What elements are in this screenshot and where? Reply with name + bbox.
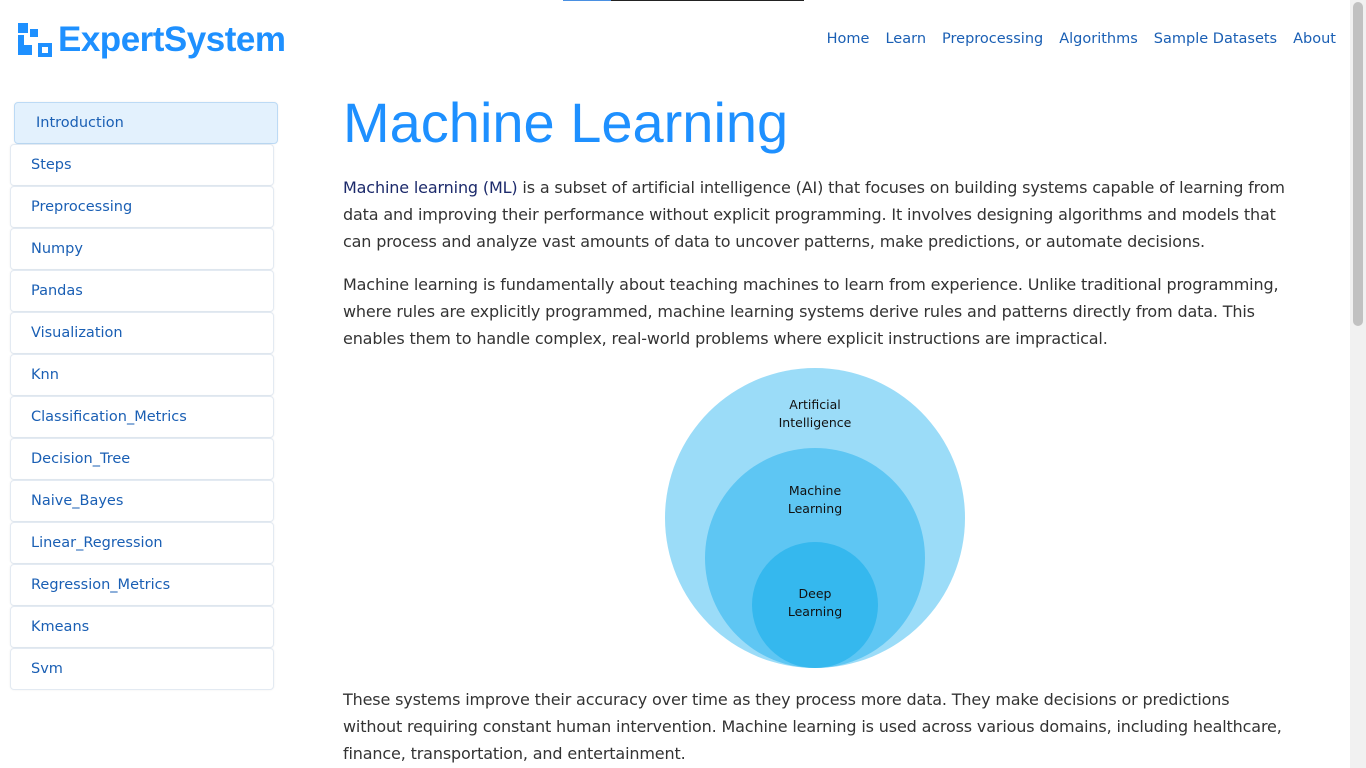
expertsystem-logo-icon [18, 23, 52, 57]
sidebar-item-steps[interactable]: Steps [10, 144, 274, 186]
ml-term: Machine learning (ML) [343, 178, 518, 197]
sidebar-item-preprocessing[interactable]: Preprocessing [10, 186, 274, 228]
page-scrollbar[interactable] [1350, 0, 1366, 768]
ml-circle-label: Machine Learning [787, 483, 843, 516]
sidebar-item-regression-metrics[interactable]: Regression_Metrics [10, 564, 274, 606]
sidebar-item-classification-metrics[interactable]: Classification_Metrics [10, 396, 274, 438]
sidebar-item-pandas[interactable]: Pandas [10, 270, 274, 312]
site-logo-text: ExpertSystem [58, 20, 286, 59]
site-logo[interactable]: ExpertSystem [16, 20, 286, 60]
nav-link-learn[interactable]: Learn [885, 31, 926, 47]
dl-circle-label: Deep Learning [787, 586, 843, 619]
sidebar-item-linear-regression[interactable]: Linear_Regression [10, 522, 274, 564]
sidebar-item-naive-bayes[interactable]: Naive_Bayes [10, 480, 274, 522]
sidebar-item-svm[interactable]: Svm [10, 648, 274, 690]
sidebar-item-visualization[interactable]: Visualization [10, 312, 274, 354]
nav-link-algorithms[interactable]: Algorithms [1059, 31, 1138, 47]
sidebar-item-introduction[interactable]: Introduction [14, 102, 278, 144]
third-paragraph: These systems improve their accuracy ove… [343, 690, 1282, 763]
second-paragraph: Machine learning is fundamentally about … [343, 275, 1279, 348]
page-title: Machine Learning [343, 91, 789, 154]
site-header: ExpertSystem Home Learn Preprocessing Al… [0, 0, 1350, 80]
intro-paragraph: Machine learning (ML) is a subset of art… [343, 174, 1293, 255]
sidebar-item-decision-tree[interactable]: Decision_Tree [10, 438, 274, 480]
nav-link-home[interactable]: Home [827, 31, 870, 47]
sidebar-item-kmeans[interactable]: Kmeans [10, 606, 274, 648]
ai-circle-label: Artificial Intelligence [778, 397, 852, 430]
top-navigation: Home Learn Preprocessing Algorithms Samp… [827, 31, 1336, 47]
nav-link-about[interactable]: About [1293, 31, 1336, 47]
sidebar-item-knn[interactable]: Knn [10, 354, 274, 396]
ai-ml-dl-diagram: Artificial Intelligence Machine Learning… [665, 368, 965, 668]
sidebar-item-numpy[interactable]: Numpy [10, 228, 274, 270]
nav-link-preprocessing[interactable]: Preprocessing [942, 31, 1043, 47]
nav-link-sample-datasets[interactable]: Sample Datasets [1154, 31, 1277, 47]
main-content: Machine Learning Machine learning (ML) i… [343, 88, 1293, 768]
scrollbar-thumb[interactable] [1353, 2, 1363, 326]
sidebar: Introduction Steps Preprocessing Numpy P… [10, 102, 278, 690]
